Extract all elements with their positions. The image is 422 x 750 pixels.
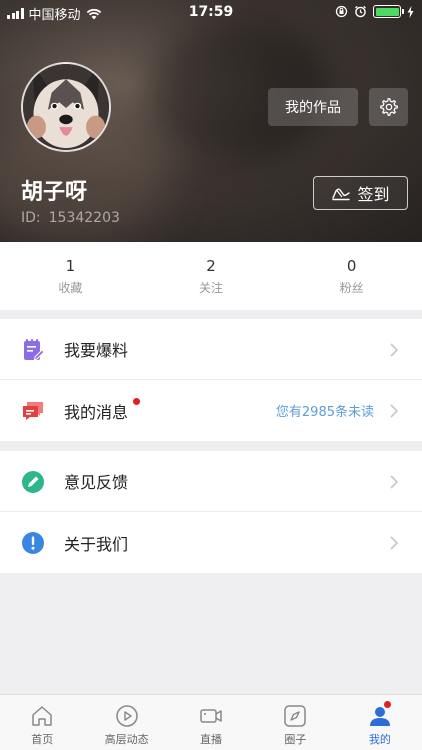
tab-label: 直播	[200, 733, 223, 746]
stat-label: 关注	[199, 280, 224, 295]
username: 胡子呀	[21, 180, 88, 205]
tab-notification-dot	[383, 701, 391, 708]
pencil-circle-icon	[22, 471, 44, 493]
menu-item-submit-tip[interactable]: 我要爆料	[0, 319, 422, 380]
tab-executive-news[interactable]: 高层动态	[84, 695, 168, 750]
chevron-right-icon	[390, 475, 398, 489]
alarm-clock-icon	[355, 5, 366, 18]
notepad-edit-icon	[24, 339, 45, 361]
gear-icon	[379, 98, 398, 116]
stat-following[interactable]: 2 关注	[141, 242, 282, 310]
checkin-label: 签到	[357, 185, 390, 204]
tab-label: 高层动态	[104, 733, 149, 746]
menu-item-label: 意见反馈	[64, 473, 129, 492]
menu-group-primary: 我要爆料 我的消息 您有2985条未读	[0, 319, 422, 441]
menu-item-feedback[interactable]: 意见反馈	[0, 451, 422, 512]
stat-label: 收藏	[58, 280, 83, 295]
chevron-right-icon	[390, 404, 398, 418]
avatar[interactable]	[21, 62, 111, 152]
stat-favorites[interactable]: 1 收藏	[0, 242, 141, 310]
chevron-right-icon	[390, 343, 398, 357]
tab-live[interactable]: 直播	[169, 695, 253, 750]
menu-item-label: 我要爆料	[64, 341, 129, 360]
rotation-lock-icon	[335, 5, 348, 18]
settings-button[interactable]	[369, 88, 408, 126]
charging-bolt-icon	[407, 5, 414, 18]
home-icon	[32, 706, 52, 726]
tab-home[interactable]: 首页	[0, 695, 84, 750]
stat-label: 粉丝	[339, 280, 364, 295]
tab-mine[interactable]: 我的	[338, 695, 422, 750]
tab-label: 我的	[368, 733, 391, 746]
my-works-button[interactable]: 我的作品	[268, 88, 358, 126]
play-circle-icon	[115, 705, 138, 727]
stats-bar: 1 收藏 2 关注 0 粉丝	[0, 242, 422, 310]
checkin-button[interactable]: 签到	[313, 176, 408, 210]
tab-circle[interactable]: 圈子	[253, 695, 337, 750]
checkin-pen-icon	[332, 188, 351, 201]
profile-header: 中国移动 17:59 我的作品 胡子呀 ID: 15342203 签到	[0, 0, 422, 242]
user-id: ID: 15342203	[21, 210, 120, 226]
menu-item-my-messages[interactable]: 我的消息 您有2985条未读	[0, 380, 422, 441]
menu-item-about-us[interactable]: 关于我们	[0, 512, 422, 573]
menu-item-label: 关于我们	[64, 534, 129, 554]
user-id-label: ID:	[21, 210, 41, 226]
user-id-value: 15342203	[48, 210, 120, 226]
stat-value: 1	[65, 256, 76, 275]
unread-count-text: 您有2985条未读	[275, 405, 374, 420]
tab-label: 首页	[31, 733, 54, 746]
tab-label: 圈子	[284, 733, 307, 746]
stat-value: 0	[346, 256, 357, 275]
bottom-tab-bar: 首页 高层动态 直播 圈子 我的	[0, 694, 422, 750]
video-camera-icon	[200, 709, 222, 723]
stat-followers[interactable]: 0 粉丝	[281, 242, 422, 310]
battery-icon	[373, 5, 404, 18]
unread-dot-badge	[133, 398, 140, 405]
info-circle-icon	[22, 532, 44, 554]
husky-avatar-image	[23, 64, 109, 150]
menu-group-secondary: 意见反馈 关于我们	[0, 451, 422, 573]
status-bar-right	[335, 5, 414, 18]
compass-icon	[284, 705, 307, 727]
stat-value: 2	[206, 256, 216, 275]
chevron-right-icon	[390, 536, 398, 550]
menu-item-label: 我的消息	[64, 402, 129, 422]
status-bar: 中国移动 17:59	[0, 0, 422, 24]
chat-bubbles-icon	[23, 402, 43, 420]
